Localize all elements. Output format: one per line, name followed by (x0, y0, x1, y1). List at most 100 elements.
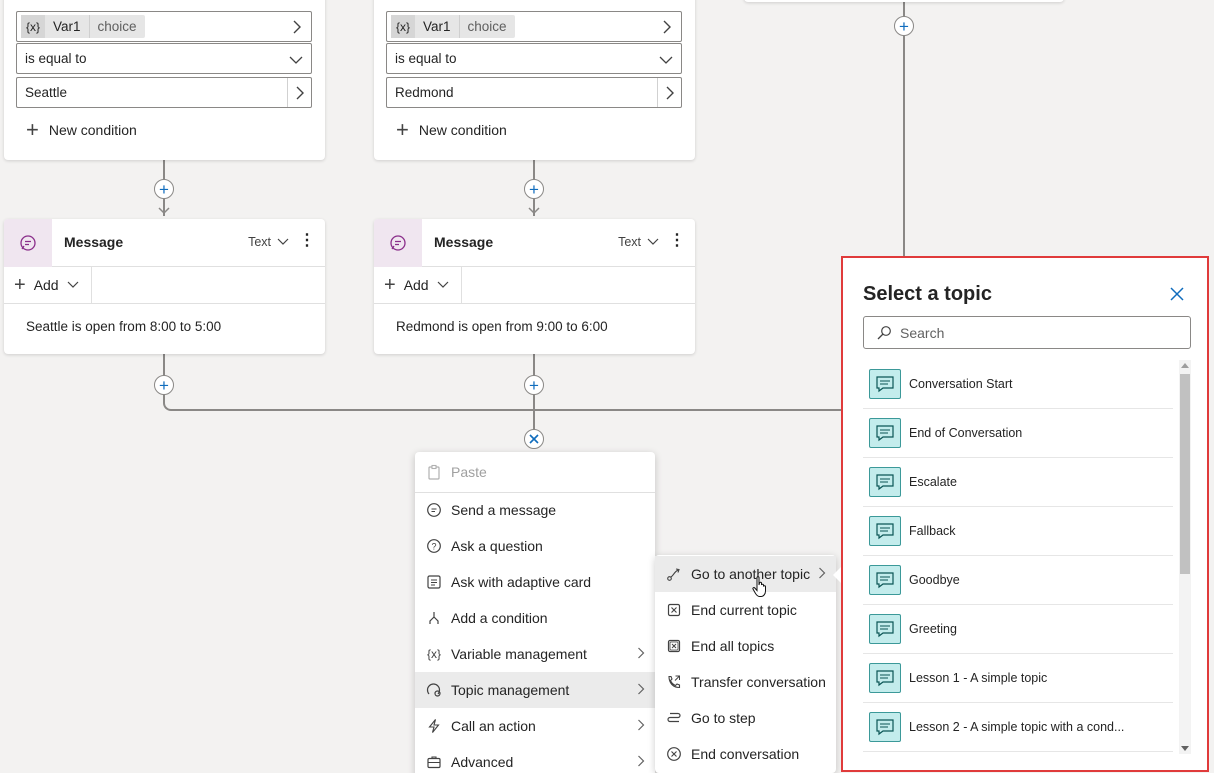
chevron-right-icon[interactable] (287, 78, 311, 107)
plus-icon: + (26, 117, 39, 142)
scroll-down-icon[interactable] (1181, 744, 1189, 752)
chevron-right-icon (637, 718, 645, 734)
variable-icon: {x} (391, 15, 416, 38)
message-text[interactable]: Redmond is open from 9:00 to 6:00 (396, 319, 608, 334)
message-type-dropdown[interactable]: Text (248, 235, 289, 249)
topic-label: Lesson 2 - A simple topic with a cond... (909, 720, 1125, 734)
end-all-icon (665, 637, 683, 655)
paste-icon (425, 463, 443, 481)
add-node-button[interactable]: + (154, 375, 174, 395)
message-header: Message Text ⋮ (4, 219, 325, 267)
topic-management-icon (425, 681, 443, 699)
menu-item-adaptive-card[interactable]: Ask with adaptive card (415, 564, 655, 600)
value-field[interactable]: Redmond (386, 77, 682, 108)
topic-chat-icon (869, 418, 901, 448)
menu-item-transfer-conversation[interactable]: Transfer conversation (655, 664, 836, 700)
scrollbar-thumb[interactable] (1180, 374, 1190, 574)
menu-item-advanced[interactable]: Advanced (415, 744, 655, 773)
condition-icon (425, 609, 443, 627)
menu-item-label: Ask a question (451, 538, 543, 554)
transfer-icon (665, 673, 683, 691)
chevron-right-icon (287, 17, 305, 37)
menu-item-label: Go to step (691, 710, 756, 726)
add-node-button[interactable]: + (154, 179, 174, 199)
menu-item-ask-question[interactable]: ? Ask a question (415, 528, 655, 564)
menu-item-label: Add a condition (451, 610, 548, 626)
topic-item[interactable]: End of Conversation (863, 409, 1173, 458)
action-icon (425, 717, 443, 735)
add-node-button[interactable]: + (894, 16, 914, 36)
topic-management-submenu: Go to another topic End current topic En… (655, 555, 836, 773)
close-icon[interactable] (1169, 286, 1185, 302)
menu-item-send-message[interactable]: Send a message (415, 492, 655, 528)
add-node-button[interactable]: + (524, 179, 544, 199)
message-type-dropdown[interactable]: Text (618, 235, 659, 249)
menu-item-label: End all topics (691, 638, 775, 654)
connector-corner (163, 400, 174, 411)
menu-item-end-conversation[interactable]: End conversation (655, 736, 836, 772)
close-node-menu-button[interactable] (524, 429, 544, 449)
variable-name: Var1 (423, 19, 451, 34)
add-node-menu: Paste Send a message ? Ask a question As… (415, 452, 655, 773)
operator-dropdown[interactable]: is equal to (16, 43, 312, 74)
topic-item[interactable]: Conversation Start (863, 360, 1173, 409)
add-node-button[interactable]: + (524, 375, 544, 395)
topic-item[interactable]: Goodbye (863, 556, 1173, 605)
value-text: Redmond (395, 85, 454, 100)
topic-item[interactable]: Fallback (863, 507, 1173, 556)
menu-item-topic-management[interactable]: Topic management (415, 672, 655, 708)
menu-item-variable-management[interactable]: {x} Variable management (415, 636, 655, 672)
menu-item-go-to-another-topic[interactable]: Go to another topic (655, 556, 836, 592)
topic-item[interactable]: Lesson 1 - A simple topic (863, 654, 1173, 703)
menu-item-label: Go to another topic (691, 566, 811, 582)
chevron-down-icon (287, 49, 305, 69)
menu-item-label: Call an action (451, 718, 536, 734)
topic-chat-icon (869, 565, 901, 595)
topic-chat-icon (869, 712, 901, 742)
message-title: Message (64, 234, 124, 250)
node-card-stub (744, 0, 1064, 2)
topic-item[interactable]: Greeting (863, 605, 1173, 654)
new-condition-button[interactable]: + New condition (396, 119, 507, 141)
add-variation-button[interactable]: + Add (374, 267, 462, 303)
value-field[interactable]: Seattle (16, 77, 312, 108)
plus-icon: + (396, 117, 409, 142)
redirect-icon (665, 565, 683, 583)
hand-cursor-icon (752, 576, 766, 597)
scroll-up-icon[interactable] (1181, 362, 1189, 370)
new-condition-button[interactable]: + New condition (26, 119, 137, 141)
more-options-icon[interactable]: ⋮ (299, 233, 315, 249)
message-icon (425, 501, 443, 519)
add-variation-button[interactable]: + Add (4, 267, 92, 303)
topic-list: Conversation Start End of Conversation E… (863, 360, 1175, 752)
message-header: Message Text ⋮ (374, 219, 695, 267)
arrow-down-icon (528, 207, 540, 215)
topic-item[interactable]: Lesson 2 - A simple topic with a cond... (863, 703, 1173, 752)
end-topic-icon (665, 601, 683, 619)
plus-icon: + (384, 274, 396, 296)
operator-dropdown[interactable]: is equal to (386, 43, 682, 74)
menu-item-go-to-step[interactable]: Go to step (655, 700, 836, 736)
chevron-down-icon (277, 238, 289, 245)
chevron-down-icon (647, 238, 659, 245)
menu-item-paste[interactable]: Paste (415, 454, 655, 490)
menu-item-call-action[interactable]: Call an action (415, 708, 655, 744)
menu-item-add-condition[interactable]: Add a condition (415, 600, 655, 636)
menu-item-label: End conversation (691, 746, 800, 762)
chevron-down-icon (67, 281, 79, 288)
topic-item[interactable]: Escalate (863, 458, 1173, 507)
message-title: Message (434, 234, 494, 250)
chevron-down-icon (437, 281, 449, 288)
message-card-seattle: Message Text ⋮ + Add Seattle is open fro… (4, 219, 325, 354)
message-icon (4, 219, 52, 267)
arrow-down-icon (158, 207, 170, 215)
chevron-right-icon[interactable] (657, 78, 681, 107)
end-conversation-icon (665, 745, 683, 763)
variable-field[interactable]: {x} Var1 choice (386, 11, 682, 42)
menu-item-end-current-topic[interactable]: End current topic (655, 592, 836, 628)
topic-search-input[interactable] (900, 324, 1160, 341)
message-text[interactable]: Seattle is open from 8:00 to 5:00 (26, 319, 221, 334)
menu-item-end-all-topics[interactable]: End all topics (655, 628, 836, 664)
more-options-icon[interactable]: ⋮ (669, 233, 685, 249)
variable-field[interactable]: {x} Var1 choice (16, 11, 312, 42)
